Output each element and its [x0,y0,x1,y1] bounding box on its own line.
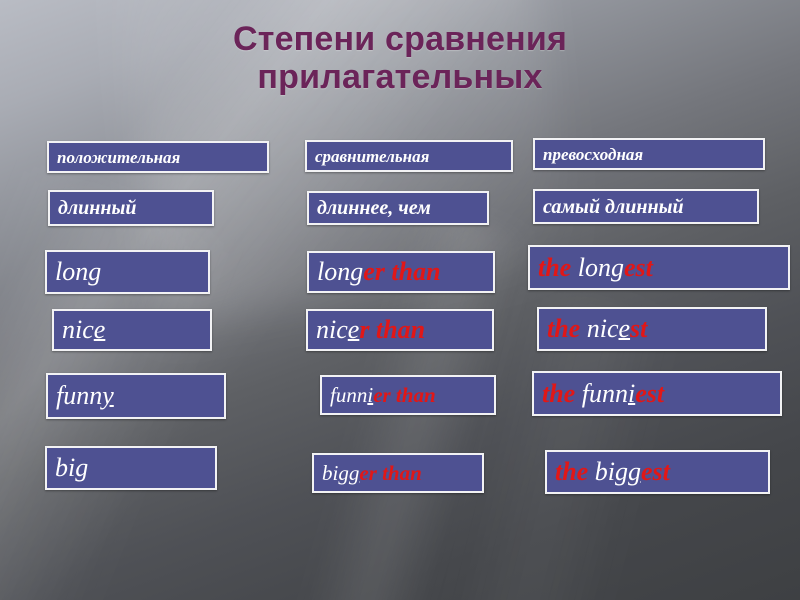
word-comparative-long: longer than [317,257,441,286]
adjective-positive-long: long [45,250,210,294]
adjective-comparative-funny: funnier than [320,375,496,415]
adjective-superlative-big: the biggest [545,450,770,494]
word-positive-nice: nice [62,315,106,344]
word-superlative-nice: the nicest [547,314,648,343]
page-title-line-1: Степени сравнения [232,20,568,58]
word-comparative-funny: funnier than [330,382,436,407]
header-positive: положительная [47,141,269,173]
header-superlative: превосходная [533,138,765,170]
slide-canvas: Степени сравнения прилагательных положит… [0,0,800,600]
adjective-positive-nice: nice [52,309,212,351]
adjective-superlative-funny: the funniest [532,371,782,416]
adjective-comparative-big: bigger than [312,453,484,493]
word-superlative-long: the longest [538,252,653,282]
russian-positive: длинный [48,190,214,226]
word-positive-funny: funny [56,381,114,410]
word-positive-big: big [55,453,89,482]
adjective-positive-big: big [45,446,217,490]
adjective-positive-funny: funny [46,373,226,419]
russian-superlative: самый длинный [533,189,759,224]
header-comparative: сравнительная [305,140,513,172]
word-comparative-big: bigger than [322,460,422,485]
word-comparative-nice: nicer than [316,315,426,344]
word-superlative-big: the biggest [555,457,670,486]
adjective-superlative-nice: the nicest [537,307,767,351]
page-title-line-2: прилагательных [257,58,543,96]
adjective-comparative-nice: nicer than [306,309,494,351]
word-superlative-funny: the funniest [542,378,665,408]
adjective-comparative-long: longer than [307,251,495,293]
word-positive-long: long [55,257,102,286]
russian-comparative: длиннее, чем [307,191,489,225]
adjective-superlative-long: the longest [528,245,790,290]
page-title: Степени сравнения прилагательных [0,20,800,96]
